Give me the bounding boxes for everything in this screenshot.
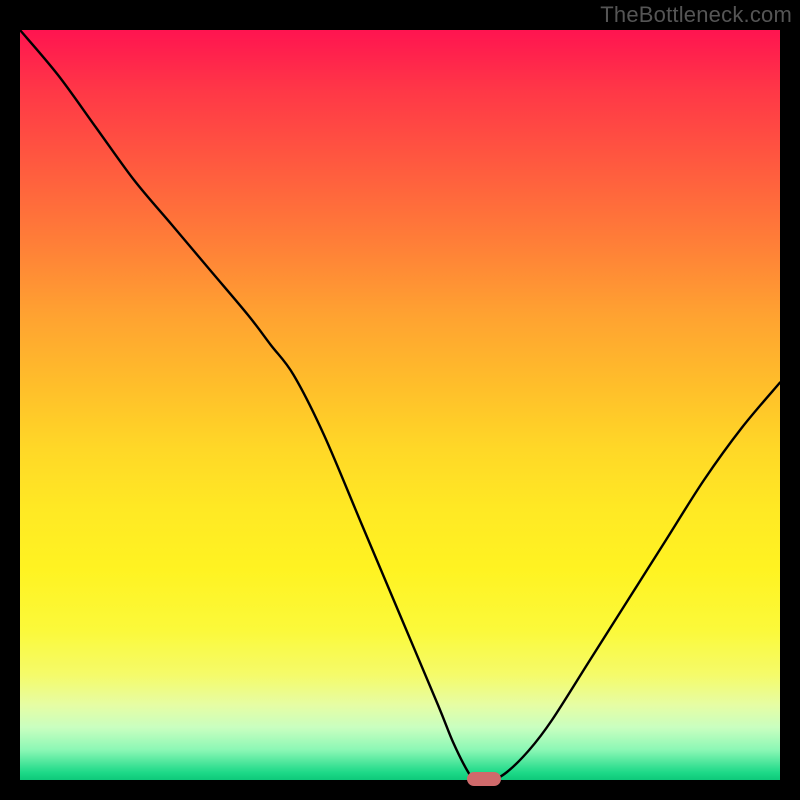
optimum-marker [467,772,501,786]
bottleneck-curve [20,30,780,780]
watermark-text: TheBottleneck.com [600,2,792,28]
plot-area [20,30,780,780]
chart-frame: TheBottleneck.com [0,0,800,800]
